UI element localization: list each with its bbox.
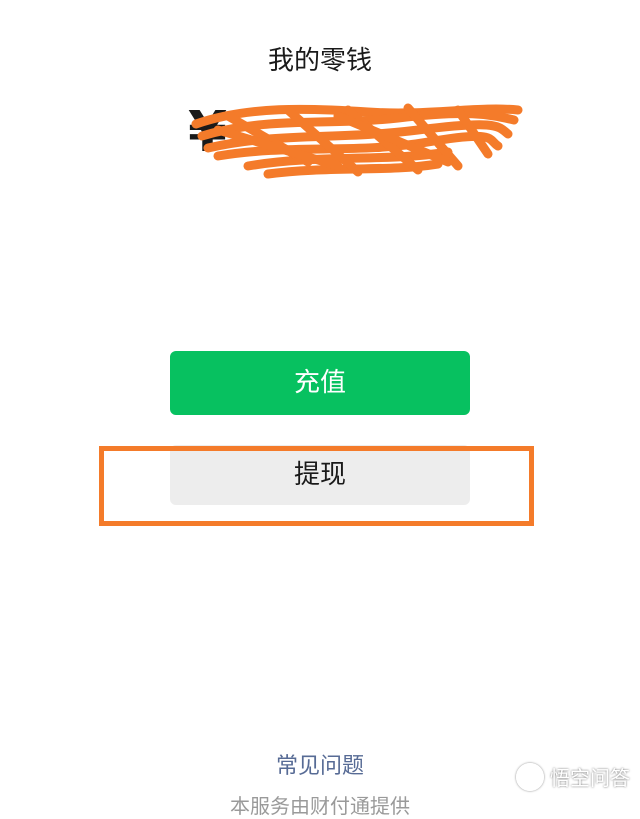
- balance-display: ¥: [188, 96, 528, 186]
- watermark-text: 悟空问答: [550, 766, 630, 790]
- page-title: 我的零钱: [267, 46, 372, 76]
- balance-redaction-scribble: [191, 103, 523, 179]
- watermark-logo-icon: [516, 762, 544, 791]
- withdraw-button[interactable]: 提现: [170, 445, 470, 505]
- recharge-button[interactable]: 充值: [170, 351, 470, 415]
- watermark: 悟空问答: [516, 762, 630, 791]
- provider-footer-text: 本服务由财付通提供: [230, 794, 410, 818]
